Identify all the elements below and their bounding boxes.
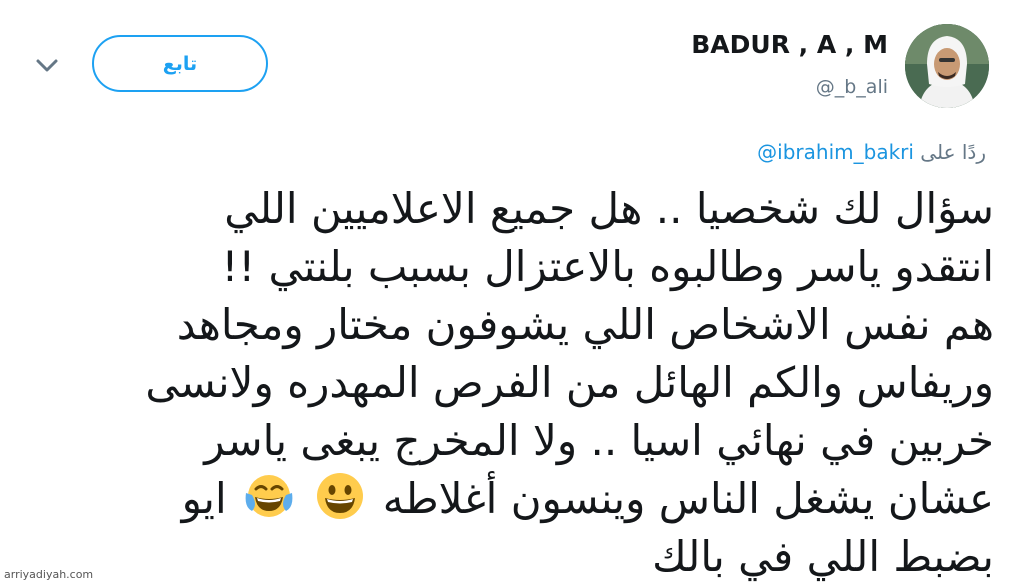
user-handle[interactable]: @_b_ali <box>816 76 888 98</box>
reply-mention-link[interactable]: @ibrahim_bakri <box>757 140 914 164</box>
chevron-down-icon[interactable] <box>34 56 60 76</box>
user-display-name[interactable]: BADUR , A , M <box>691 30 888 59</box>
grinning-face-icon <box>317 473 364 519</box>
face-with-tears-of-joy-icon <box>245 475 293 517</box>
reply-to-line: ردًا على @ibrahim_bakri <box>757 140 986 164</box>
tweet-line-with-emoji: عشان يشغل الناس وينسون أغلاطه ايو <box>34 470 994 528</box>
site-watermark: arriyadiyah.com <box>4 568 94 581</box>
tweet-line-text: ايو <box>181 474 227 523</box>
tweet-line: بضبط اللي في بالك <box>652 532 994 581</box>
tweet-text: سؤال لك شخصيا .. هل جميع الاعلاميين اللي… <box>34 180 994 586</box>
avatar[interactable] <box>905 24 989 108</box>
tweet-line: وريفاس والكم الهائل من الفرص المهدره ولا… <box>145 358 994 407</box>
tweet-line: هم نفس الاشخاص اللي يشوفون مختار ومجاهد <box>176 300 994 349</box>
reply-prefix: ردًا على <box>920 140 986 164</box>
tweet-line: خربين في نهائي اسيا .. ولا المخرج يبغى ي… <box>204 416 994 465</box>
user-avatar-icon <box>905 24 989 108</box>
tweet-line-text: عشان يشغل الناس وينسون أغلاطه <box>382 474 994 523</box>
follow-button-label: تابع <box>162 52 198 75</box>
follow-button[interactable]: تابع <box>92 35 268 92</box>
tweet-line: سؤال لك شخصيا .. هل جميع الاعلاميين اللي <box>224 184 994 233</box>
tweet-line: انتقدو ياسر وطالبوه بالاعتزال بسبب بلنتي… <box>221 242 994 291</box>
